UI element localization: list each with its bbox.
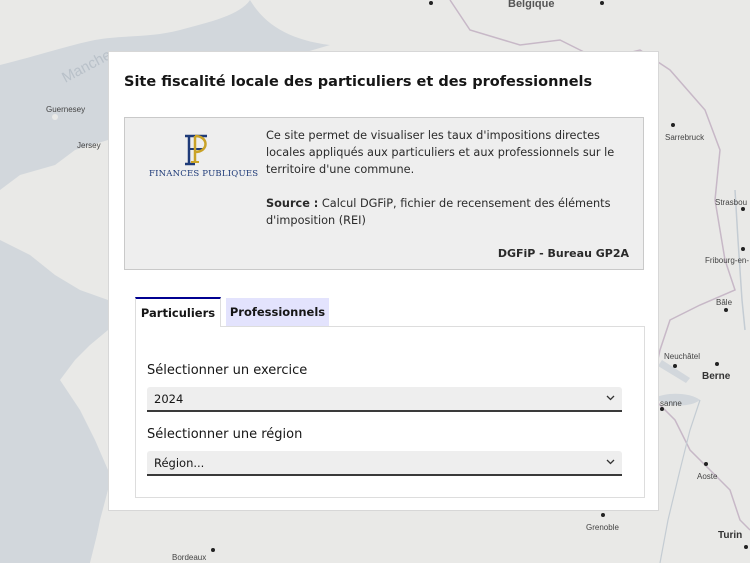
map-label-neuchatel: Neuchâtel	[664, 352, 701, 361]
chevron-down-icon	[606, 459, 615, 465]
exercice-select-value: 2024	[154, 392, 184, 406]
info-source: Source : Calcul DGFiP, fichier de recens…	[266, 195, 626, 229]
map-city-dot	[741, 247, 745, 251]
map-city-dot	[704, 462, 708, 466]
exercice-select[interactable]: 2024	[147, 387, 622, 412]
map-city-dot	[673, 364, 677, 368]
source-text: Calcul DGFiP, fichier de recensement des…	[266, 197, 611, 227]
map-label-guernesey: Guernesey	[46, 105, 86, 114]
map-label-belgique: Belgique	[508, 0, 555, 10]
page-title: Site fiscalité locale des particuliers e…	[124, 74, 593, 90]
finances-publiques-logo-icon	[185, 134, 207, 166]
map-city-dot	[601, 513, 605, 517]
map-city-dot	[600, 1, 604, 5]
map-city-dot	[724, 308, 728, 312]
map-city-dot	[660, 407, 664, 411]
info-description: Ce site permet de visualiser les taux d'…	[266, 129, 615, 176]
tab-professionnels[interactable]: Professionnels	[226, 298, 329, 326]
map-label-berne: Berne	[702, 371, 731, 382]
map-label-jersey: Jersey	[77, 141, 101, 150]
river-rhone	[659, 399, 701, 563]
map-city-dot	[429, 1, 433, 5]
map-label-fribourg: Fribourg-en-	[705, 256, 750, 265]
region-select[interactable]: Région...	[147, 451, 622, 476]
map-label-bordeaux: Bordeaux	[172, 553, 207, 562]
tab-particuliers[interactable]: Particuliers	[135, 297, 221, 327]
map-city-dot	[744, 545, 748, 549]
region-select-value: Région...	[154, 456, 205, 470]
map-label-bale: Bâle	[716, 298, 733, 307]
exercice-label: Sélectionner un exercice	[147, 363, 308, 378]
map-city-dot	[715, 362, 719, 366]
guernsey-island	[52, 114, 58, 120]
info-box: FINANCES PUBLIQUES Ce site permet de vis…	[124, 117, 644, 270]
chevron-down-icon	[606, 395, 615, 401]
map-city-dot	[211, 548, 215, 552]
info-signature: DGFiP - Bureau GP2A	[497, 247, 629, 260]
map-label-sarrebruck: Sarrebruck	[665, 133, 705, 142]
map-label-aoste: Aoste	[697, 472, 718, 481]
tab-panel-particuliers: Sélectionner un exercice 2024 Sélectionn…	[135, 326, 645, 498]
map-label-strasbourg: Strasbou	[715, 198, 748, 207]
source-label: Source :	[266, 197, 319, 210]
logo-text: FINANCES PUBLIQUES	[149, 169, 259, 179]
map-label-turin: Turin	[718, 530, 743, 541]
info-panel: Site fiscalité locale des particuliers e…	[108, 51, 659, 511]
map-label-grenoble: Grenoble	[586, 523, 619, 532]
region-label: Sélectionner une région	[147, 427, 303, 442]
map-city-dot	[671, 123, 675, 127]
map-city-dot	[741, 207, 745, 211]
